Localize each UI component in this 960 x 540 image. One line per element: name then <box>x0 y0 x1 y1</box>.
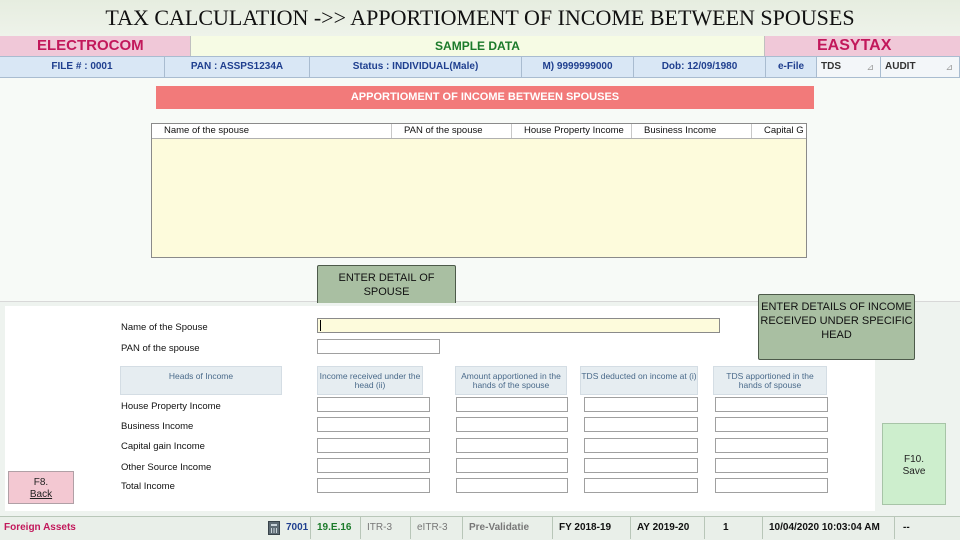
audit-tab-label: AUDIT <box>885 61 916 72</box>
save-key: F10. <box>903 454 924 465</box>
grid-header: Name of the spouse PAN of the spouse Hou… <box>152 124 806 139</box>
status-display: Status : INDIVIDUAL(Male) <box>310 57 522 77</box>
col-income-received: Income received under the head (ii) <box>317 366 423 395</box>
other-source-income-received-input[interactable] <box>317 458 430 473</box>
business-tds-deducted-input[interactable] <box>584 417 698 432</box>
brand-electrocom: ELECTROCOM <box>0 36 190 56</box>
spouse-name-input[interactable] <box>317 318 720 333</box>
capital-gain-tds-apportioned-input[interactable] <box>715 438 828 453</box>
total-tds-apportioned-input[interactable] <box>715 478 828 493</box>
status-version: 19.E.16 <box>310 517 351 539</box>
spouse-name-label: Name of the Spouse <box>121 322 208 333</box>
grid-col-house-property[interactable]: House Property Income <box>512 124 632 138</box>
back-key: F8. <box>33 477 49 488</box>
row-label-business: Business Income <box>121 421 194 432</box>
house-property-tds-apportioned-input[interactable] <box>715 397 828 412</box>
capital-gain-tds-deducted-input[interactable] <box>584 438 698 453</box>
total-amount-apportioned-input[interactable] <box>456 478 568 493</box>
house-property-tds-deducted-input[interactable] <box>584 397 698 412</box>
business-amount-apportioned-input[interactable] <box>456 417 568 432</box>
foreign-assets-link[interactable]: Foreign Assets <box>4 517 76 539</box>
spouse-pan-label: PAN of the spouse <box>121 343 200 354</box>
heads-of-income-header: Heads of Income <box>120 366 282 395</box>
status-bar: Foreign Assets 7001 19.E.16 ITR-3 eITR-3… <box>0 516 960 540</box>
grid-col-spouse-name[interactable]: Name of the spouse <box>152 124 392 138</box>
section-title: APPORTIOMENT OF INCOME BETWEEN SPOUSES <box>156 86 814 109</box>
brand-easytax: EASYTAX <box>765 36 960 56</box>
col-tds-apportioned: TDS apportioned in the hands of spouse <box>713 366 827 395</box>
spouse-income-grid[interactable]: Name of the spouse PAN of the spouse Hou… <box>151 123 807 258</box>
total-tds-deducted-input[interactable] <box>584 478 698 493</box>
capital-gain-amount-apportioned-input[interactable] <box>456 438 568 453</box>
collapse-icon: ⊿ <box>866 62 874 72</box>
grid-col-business-income[interactable]: Business Income <box>632 124 752 138</box>
house-property-amount-apportioned-input[interactable] <box>456 397 568 412</box>
row-label-capital-gain: Capital gain Income <box>121 441 205 452</box>
business-tds-apportioned-input[interactable] <box>715 417 828 432</box>
save-label: Save <box>902 466 926 477</box>
dob-display: Dob: 12/09/1980 <box>634 57 766 77</box>
back-button[interactable]: F8. Back <box>8 471 74 504</box>
brand-bar: ELECTROCOM SAMPLE DATA EASYTAX <box>0 36 960 56</box>
calculator-icon[interactable] <box>268 521 280 535</box>
house-property-income-received-input[interactable] <box>317 397 430 412</box>
audit-tab[interactable]: AUDIT ⊿ <box>881 57 960 77</box>
mobile-display: M) 9999999000 <box>522 57 634 77</box>
status-code: 7001 <box>286 522 309 533</box>
col-amount-apportioned: Amount apportioned in the hands of the s… <box>455 366 567 395</box>
row-label-total: Total Income <box>121 481 175 492</box>
save-button[interactable]: F10. Save <box>882 423 946 505</box>
row-label-other-source: Other Source Income <box>121 462 212 473</box>
total-income-received-input[interactable] <box>317 478 430 493</box>
grid-col-capital-gain[interactable]: Capital G <box>752 124 806 138</box>
capital-gain-income-received-input[interactable] <box>317 438 430 453</box>
collapse-icon: ⊿ <box>945 62 953 72</box>
slide-title: TAX CALCULATION ->> APPORTIOMENT OF INCO… <box>0 0 960 36</box>
spouse-pan-input[interactable] <box>317 339 440 354</box>
itr-form-tab[interactable]: ITR-3 <box>360 517 410 539</box>
efile-tab[interactable]: e-File <box>766 57 817 77</box>
other-source-tds-deducted-input[interactable] <box>584 458 698 473</box>
eitr-form-tab[interactable]: eITR-3 <box>410 517 458 539</box>
file-number: FILE # : 0001 <box>0 57 165 77</box>
tds-tab-label: TDS <box>821 61 841 72</box>
pan-display: PAN : ASSPS1234A <box>165 57 310 77</box>
back-label: Back <box>29 489 53 500</box>
sample-data-label: SAMPLE DATA <box>190 36 765 56</box>
pre-validate-button[interactable]: Pre-Validatie <box>462 517 544 539</box>
status-count: 1 <box>704 517 760 539</box>
financial-year: FY 2018-19 <box>552 517 628 539</box>
assessee-info-bar: FILE # : 0001 PAN : ASSPS1234A Status : … <box>0 56 960 78</box>
row-label-house-property: House Property Income <box>121 401 221 412</box>
status-datetime: 10/04/2020 10:03:04 AM <box>762 517 890 539</box>
col-tds-deducted: TDS deducted on income at (i) <box>580 366 698 395</box>
grid-col-spouse-pan[interactable]: PAN of the spouse <box>392 124 512 138</box>
tds-tab[interactable]: TDS ⊿ <box>817 57 881 77</box>
other-source-tds-apportioned-input[interactable] <box>715 458 828 473</box>
callout-enter-income: ENTER DETAILS OF INCOME RECEIVED UNDER S… <box>758 294 915 360</box>
business-income-received-input[interactable] <box>317 417 430 432</box>
status-dash: -- <box>894 517 910 539</box>
other-source-amount-apportioned-input[interactable] <box>456 458 568 473</box>
assessment-year: AY 2019-20 <box>630 517 702 539</box>
